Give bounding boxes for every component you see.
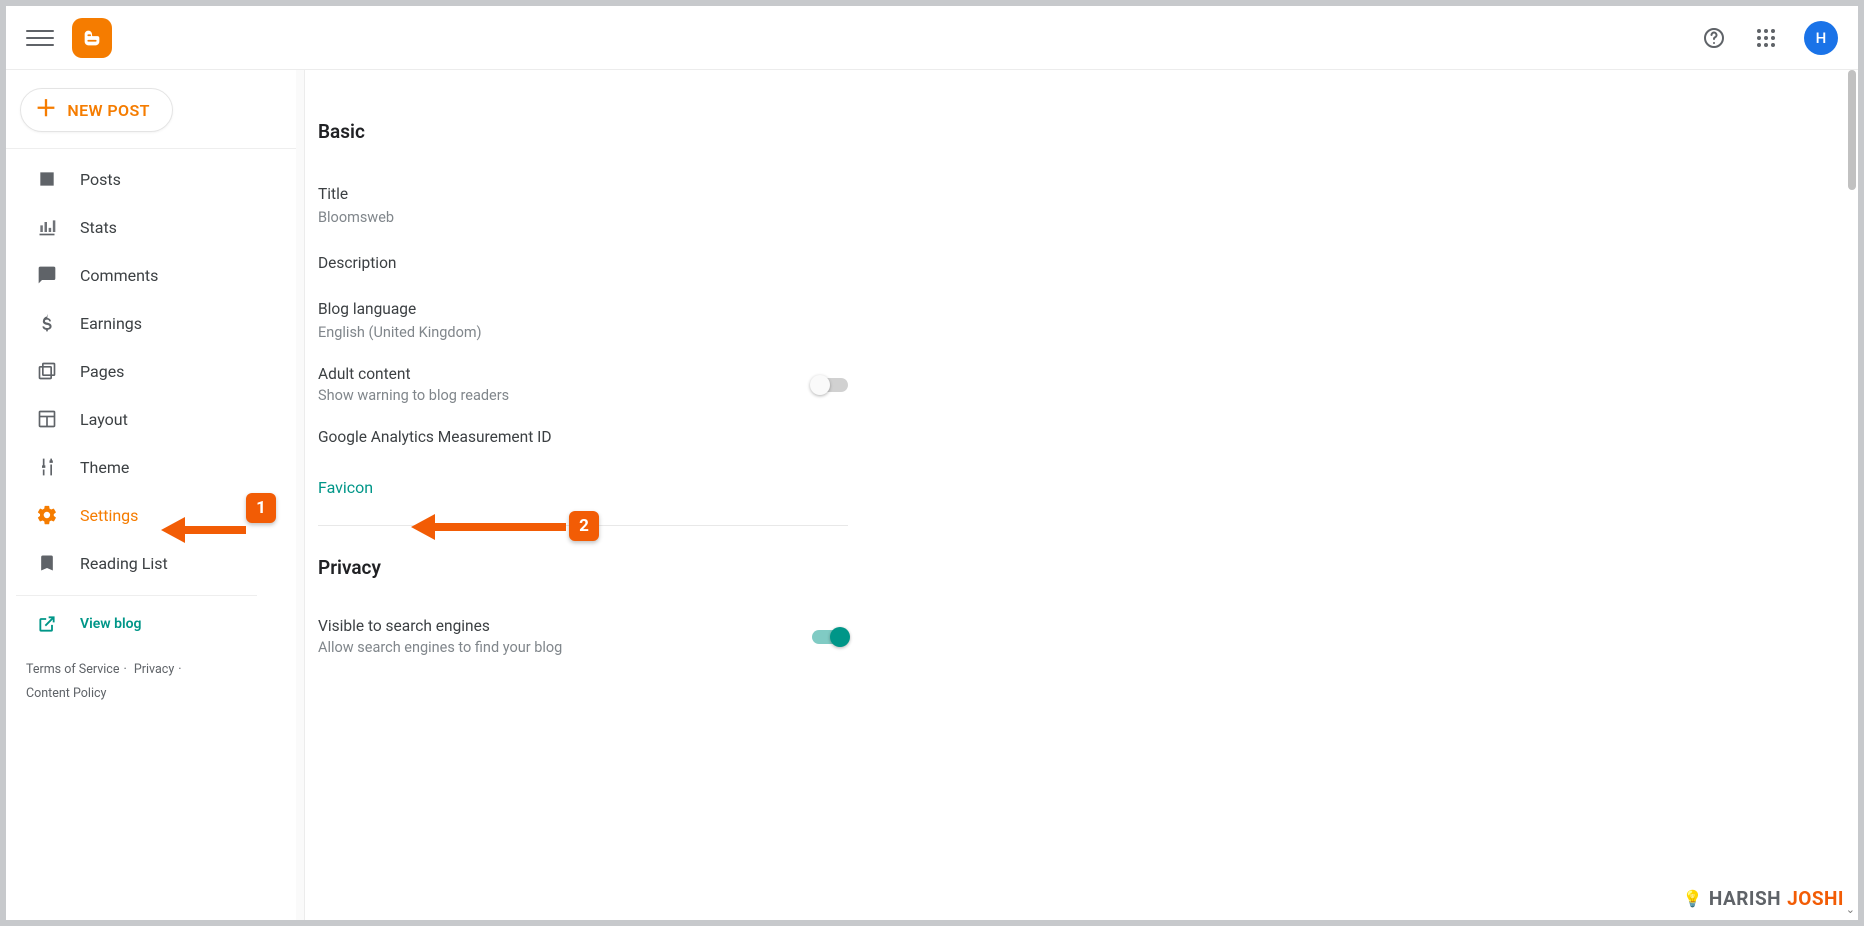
view-blog-label: View blog [80,616,141,632]
layout-icon [36,409,58,429]
settings-icon [36,504,58,526]
ga-label: Google Analytics Measurement ID [318,428,848,446]
sidebar-item-label: Comments [80,266,158,285]
earnings-icon [36,313,58,333]
stats-icon [36,217,58,237]
scroll-down-arrow-icon[interactable]: ⌄ [1846,903,1855,916]
adult-content-sub: Show warning to blog readers [318,387,509,404]
visible-row: Visible to search engines Allow search e… [318,607,848,666]
privacy-link[interactable]: Privacy [134,662,174,677]
plus-icon: ＋ [35,99,57,121]
sidebar-item-label: Pages [80,362,124,381]
view-blog-link[interactable]: View blog [6,602,297,646]
comments-icon [36,265,58,285]
sidebar-item-stats[interactable]: Stats [6,203,297,251]
visible-toggle[interactable] [812,630,848,644]
basic-section-heading: Basic [318,120,848,143]
help-icon[interactable] [1694,18,1734,58]
annotation-badge-2: 2 [569,511,599,541]
content-policy-link[interactable]: Content Policy [26,686,106,701]
title-value: Bloomsweb [318,209,848,226]
sidebar-item-label: Settings [80,506,138,525]
language-label: Blog language [318,300,848,318]
description-row[interactable]: Description [318,240,848,286]
sidebar-item-label: Theme [80,458,129,477]
open-in-new-icon [36,614,58,634]
main-scrollbar[interactable] [1848,70,1856,190]
sidebar-item-earnings[interactable]: Earnings [6,299,297,347]
app-root: H ＋ NEW POST Posts Stats [6,6,1858,920]
annotation-badge-1: 1 [246,493,276,523]
posts-icon [36,169,58,189]
topbar: H [6,6,1858,70]
ga-row[interactable]: Google Analytics Measurement ID [318,414,848,460]
title-label: Title [318,185,848,203]
adult-content-label: Adult content [318,365,509,383]
sidebar-item-label: Posts [80,170,121,189]
theme-icon [36,457,58,477]
sidebar-item-label: Stats [80,218,117,237]
language-row[interactable]: Blog language English (United Kingdom) [318,286,848,355]
title-row[interactable]: Title Bloomsweb [318,171,848,240]
menu-toggle-icon[interactable] [26,24,54,52]
watermark: 💡 HARISH JOSHI [1682,887,1844,910]
sidebar-item-comments[interactable]: Comments [6,251,297,299]
sidebar-item-reading-list[interactable]: Reading List [6,539,297,587]
blogger-logo-icon[interactable] [72,18,112,58]
adult-content-row: Adult content Show warning to blog reade… [318,355,848,414]
sidebar-item-theme[interactable]: Theme [6,443,297,491]
sidebar-item-label: Layout [80,410,128,429]
bulb-icon: 💡 [1682,889,1702,908]
description-label: Description [318,254,848,272]
adult-content-toggle[interactable] [812,378,848,392]
language-value: English (United Kingdom) [318,324,848,341]
sidebar-footer: Terms of Service· Privacy· Content Polic… [6,646,297,706]
terms-link[interactable]: Terms of Service [26,662,119,677]
new-post-button[interactable]: ＋ NEW POST [20,88,173,132]
privacy-section-heading: Privacy [318,556,848,579]
visible-label: Visible to search engines [318,617,562,635]
main-content: ⌄ Basic Title Bloomsweb Description Blog… [298,70,1858,920]
favicon-link[interactable]: Favicon [318,460,373,515]
visible-sub: Allow search engines to find your blog [318,639,562,656]
sidebar-item-pages[interactable]: Pages [6,347,297,395]
sidebar-item-label: Reading List [80,554,168,573]
account-avatar[interactable]: H [1804,21,1838,55]
bookmark-icon [36,553,58,573]
watermark-text-1: HARISH [1709,887,1781,910]
new-post-label: NEW POST [67,101,149,120]
pages-icon [36,361,58,381]
sidebar-item-label: Earnings [80,314,142,333]
sidebar-item-posts[interactable]: Posts [6,155,297,203]
apps-grid-icon[interactable] [1746,18,1786,58]
sidebar-item-layout[interactable]: Layout [6,395,297,443]
watermark-text-2: JOSHI [1787,887,1844,910]
